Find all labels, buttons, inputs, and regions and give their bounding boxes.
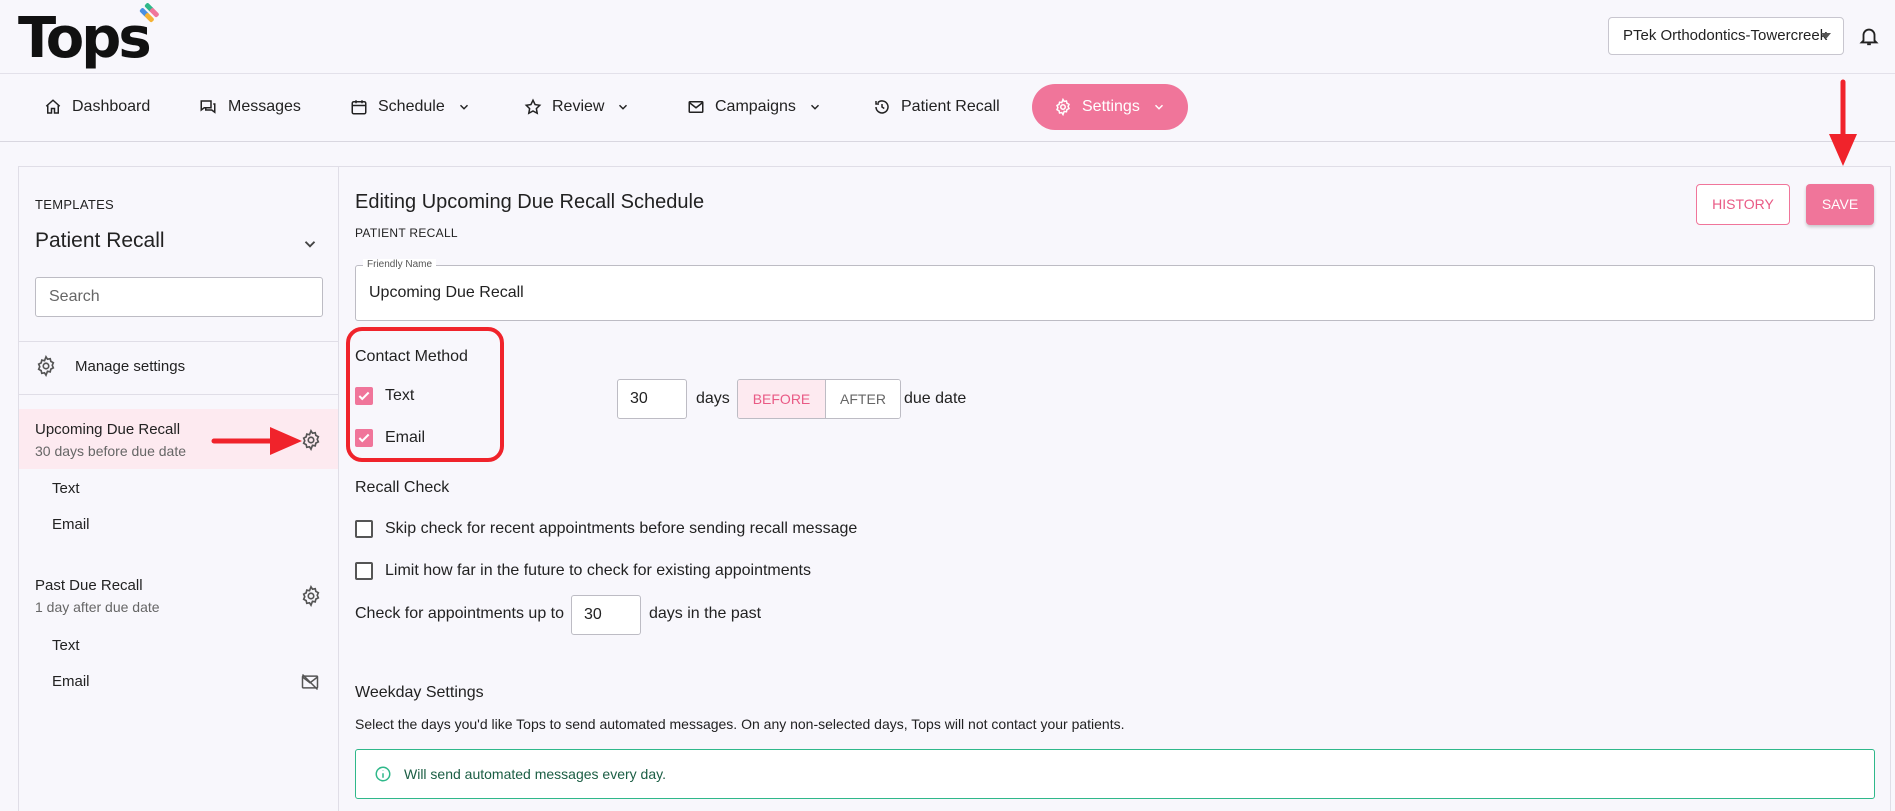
nav-settings-label: Settings xyxy=(1082,98,1140,115)
nav-schedule-label: Schedule xyxy=(378,98,445,115)
template-item-title: Past Due Recall xyxy=(35,577,143,594)
check-up-to-label: Check for appointments up to xyxy=(355,605,565,622)
info-alert: Will send automated messages every day. xyxy=(355,749,1875,799)
friendly-name-label: Friendly Name xyxy=(363,259,437,270)
chevron-down-icon xyxy=(810,104,819,110)
templates-sidebar: TEMPLATES Patient Recall Manage settings… xyxy=(18,166,339,811)
gear-icon xyxy=(37,355,55,377)
mail-icon xyxy=(688,101,704,113)
messages-icon xyxy=(200,100,216,114)
nav-patient-recall[interactable]: Patient Recall xyxy=(873,84,1000,130)
nav-review[interactable]: Review xyxy=(524,84,630,130)
days-label: days xyxy=(696,390,730,407)
manage-settings-label: Manage settings xyxy=(75,357,186,375)
friendly-name-field[interactable] xyxy=(355,265,1875,321)
info-alert-text: Will send automated messages every day. xyxy=(404,766,666,782)
nav-patient-recall-label: Patient Recall xyxy=(901,98,1000,115)
nav-settings[interactable]: Settings xyxy=(1032,84,1188,130)
limit-future-checkbox[interactable] xyxy=(355,562,373,580)
practice-selector[interactable]: PTek Orthodontics-Towercreek xyxy=(1608,17,1844,55)
template-item-past-due-recall[interactable]: Past Due Recall 1 day after due date xyxy=(19,565,338,625)
template-channel-text[interactable]: Text xyxy=(52,637,80,654)
chevron-down-icon xyxy=(1154,104,1163,110)
chevron-down-icon xyxy=(459,104,468,110)
logo-mark-icon xyxy=(139,3,159,23)
weekday-settings-label: Weekday Settings xyxy=(355,684,484,701)
manage-settings-link[interactable]: Manage settings xyxy=(35,355,185,377)
gear-icon xyxy=(1056,98,1070,116)
home-icon xyxy=(45,99,61,114)
history-button[interactable]: HISTORY xyxy=(1696,184,1790,225)
tops-logo[interactable]: Tops xyxy=(18,8,152,70)
days-input[interactable]: 30 xyxy=(617,379,687,419)
nav-campaigns[interactable]: Campaigns xyxy=(687,84,822,130)
recall-check-label: Recall Check xyxy=(355,479,450,496)
practice-selector-value: PTek Orthodontics-Towercreek xyxy=(1623,27,1828,44)
chevron-down-icon xyxy=(619,104,628,110)
page-title: Editing Upcoming Due Recall Schedule xyxy=(355,191,705,213)
nav-dashboard[interactable]: Dashboard xyxy=(44,84,150,130)
due-date-label: due date xyxy=(904,390,967,407)
before-toggle-button[interactable]: BEFORE xyxy=(738,380,826,418)
annotation-highlight-box xyxy=(346,327,504,462)
template-channel-text[interactable]: Text xyxy=(52,480,80,497)
caret-down-icon xyxy=(1821,33,1831,39)
template-type-select[interactable]: Patient Recall xyxy=(35,229,325,253)
divider xyxy=(19,341,338,342)
annotation-arrow-icon xyxy=(211,427,302,455)
friendly-name-value[interactable]: Upcoming Due Recall xyxy=(369,284,524,302)
nav-campaigns-label: Campaigns xyxy=(715,98,796,115)
template-search-input[interactable] xyxy=(35,277,323,317)
save-button[interactable]: SAVE xyxy=(1806,184,1874,225)
limit-future-row[interactable]: Limit how far in the future to check for… xyxy=(355,562,811,580)
skip-check-checkbox[interactable] xyxy=(355,520,373,538)
template-channel-email[interactable]: Email xyxy=(52,673,90,690)
after-toggle-button[interactable]: AFTER xyxy=(826,380,900,418)
history-icon xyxy=(875,100,889,114)
top-header: Tops PTek Orthodontics-Towercreek xyxy=(0,0,1895,74)
annotation-arrow-icon xyxy=(1829,79,1857,166)
info-icon xyxy=(375,766,391,782)
nav-schedule[interactable]: Schedule xyxy=(350,84,471,130)
main-nav: Dashboard Messages Schedule Review Campa… xyxy=(0,74,1895,142)
bell-icon[interactable] xyxy=(1858,24,1880,48)
star-icon xyxy=(524,98,542,115)
email-off-icon xyxy=(301,673,319,691)
weekday-description: Select the days you'd like Tops to send … xyxy=(355,716,1125,732)
template-type-value: Patient Recall xyxy=(35,229,165,252)
template-channel-email[interactable]: Email xyxy=(52,516,90,533)
nav-review-label: Review xyxy=(552,98,605,115)
before-after-toggle: BEFORE AFTER xyxy=(737,379,901,419)
page-subtitle: PATIENT RECALL xyxy=(355,226,458,240)
past-days-input[interactable]: 30 xyxy=(571,595,641,635)
skip-check-label: Skip check for recent appointments befor… xyxy=(385,520,858,537)
template-item-subtitle: 1 day after due date xyxy=(35,599,160,615)
skip-check-row[interactable]: Skip check for recent appointments befor… xyxy=(355,520,857,538)
nav-dashboard-label: Dashboard xyxy=(72,98,151,115)
gear-icon[interactable] xyxy=(300,585,322,607)
days-in-past-label: days in the past xyxy=(649,605,762,622)
calendar-icon xyxy=(351,100,367,115)
nav-messages[interactable]: Messages xyxy=(198,84,301,130)
limit-future-label: Limit how far in the future to check for… xyxy=(385,562,811,579)
chevron-down-icon xyxy=(304,241,316,248)
nav-messages-label: Messages xyxy=(228,98,301,115)
templates-heading: TEMPLATES xyxy=(35,197,115,212)
template-editor: Editing Upcoming Due Recall Schedule PAT… xyxy=(339,166,1891,811)
divider xyxy=(19,394,338,395)
